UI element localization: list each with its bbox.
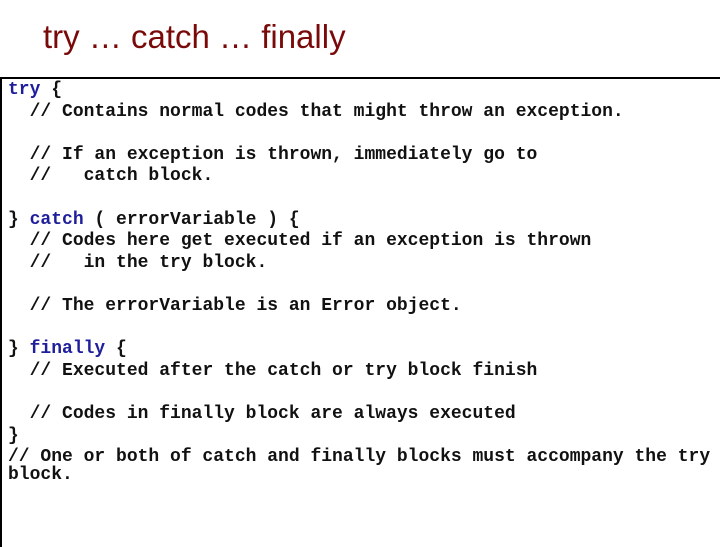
code-prefix: } [8, 339, 30, 360]
code-line: // Codes in finally block are always exe… [8, 404, 710, 426]
code-text: } [8, 425, 19, 446]
code-line: // in the try block. [8, 253, 710, 275]
code-line: // The errorVariable is an Error object. [8, 296, 710, 318]
code-line: // Contains normal codes that might thro… [8, 102, 710, 124]
code-prefix [8, 404, 30, 424]
code-prefix: } [8, 209, 30, 230]
code-comment: // Codes here get executed if an excepti… [29, 231, 592, 252]
code-prefix [8, 166, 30, 186]
code-comment: // catch block. [29, 166, 214, 187]
code-text: block. [8, 464, 73, 485]
code-keyword-try: try [8, 80, 41, 100]
code-line: } [8, 426, 710, 448]
code-comment: // Codes in finally block are always exe… [29, 403, 516, 424]
code-keyword-finally: finally [29, 339, 106, 360]
code-keyword-catch: catch [29, 209, 84, 230]
code-listing: try { // Contains normal codes that migh… [8, 80, 710, 485]
code-text: { [105, 339, 127, 360]
code-prefix [8, 296, 30, 316]
code-line: // If an exception is thrown, immediatel… [8, 145, 710, 167]
code-prefix [8, 253, 30, 273]
slide-title: try … catch … finally [43, 18, 346, 55]
code-prefix [8, 361, 30, 381]
code-line: // catch block. [8, 166, 710, 188]
code-line: // Executed after the catch or try block… [8, 361, 710, 383]
code-line: } finally { [8, 339, 710, 361]
code-line: try { [8, 80, 710, 102]
code-comment: // The errorVariable is an Error object. [29, 295, 462, 316]
code-prefix [8, 231, 30, 251]
code-comment: // Contains normal codes that might thro… [29, 101, 624, 122]
code-comment: // in the try block. [29, 252, 268, 273]
code-box: try { // Contains normal codes that migh… [0, 77, 720, 547]
code-prefix [8, 145, 30, 165]
code-line: // One or both of catch and finally bloc… [8, 447, 710, 469]
code-line: } catch ( errorVariable ) { [8, 210, 710, 232]
code-text: ( errorVariable ) { [83, 209, 300, 230]
code-comment: // If an exception is thrown, immediatel… [29, 144, 538, 165]
code-comment: // One or both of catch and finally bloc… [8, 447, 711, 468]
code-line: // Codes here get executed if an excepti… [8, 231, 710, 253]
code-comment: // Executed after the catch or try block… [29, 360, 538, 381]
code-text: { [40, 80, 63, 100]
code-prefix [8, 102, 30, 122]
